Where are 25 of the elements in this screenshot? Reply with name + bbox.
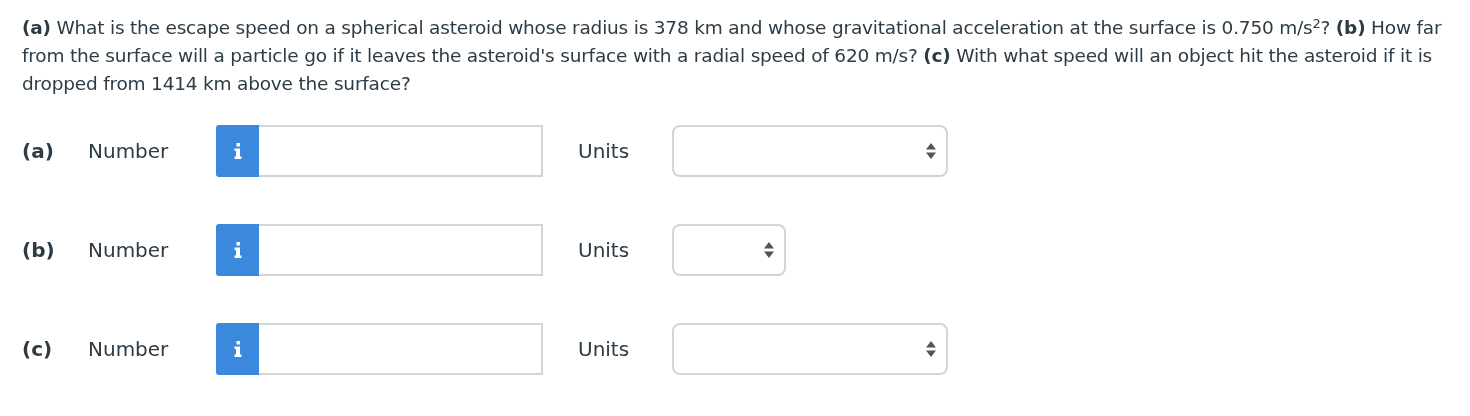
units-label: Units: [578, 336, 631, 363]
info-icon: [233, 242, 242, 258]
updown-arrow-icon: [764, 242, 774, 258]
number-input[interactable]: [259, 125, 543, 177]
updown-arrow-icon: [926, 341, 936, 357]
info-icon: [233, 143, 242, 159]
number-input[interactable]: [259, 323, 543, 375]
units-label: Units: [578, 138, 631, 165]
number-label: Number: [88, 336, 170, 363]
info-button[interactable]: [216, 323, 259, 375]
units-select[interactable]: [672, 224, 786, 276]
number-label: Number: [88, 237, 170, 264]
units-select[interactable]: [672, 125, 948, 177]
number-label: Number: [88, 138, 170, 165]
part-label: (b): [22, 237, 56, 264]
info-icon: [233, 341, 242, 357]
question-text: (a) What is the escape speed on a spherical asteroid whose radius is 378 km and whose gravitational acceleration at the surface is 0.750 m/s$^{2}$? (b) How far from the surface will a particle go if it leaves the asteroid's surface with a radial speed of 620 m/s? (c) With what speed will an object hit the asteroid if it is dropped from 1414 km above the surface?: [21, 14, 1443, 96]
part-label: (c): [22, 336, 54, 363]
info-button[interactable]: [216, 125, 259, 177]
units-label: Units: [578, 237, 631, 264]
info-button[interactable]: [216, 224, 259, 276]
number-input[interactable]: [259, 224, 543, 276]
part-label: (a): [22, 138, 55, 165]
units-select[interactable]: [672, 323, 948, 375]
updown-arrow-icon: [926, 143, 936, 159]
